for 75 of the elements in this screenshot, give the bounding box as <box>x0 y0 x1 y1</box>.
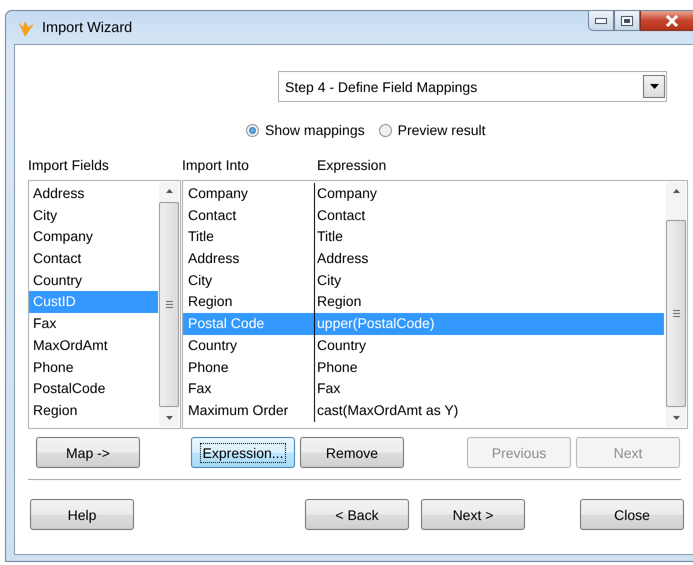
radio-button[interactable] <box>378 124 392 136</box>
up-arrow-icon <box>166 189 172 193</box>
table-cell-text: Address <box>187 249 240 268</box>
list-item[interactable]: Address <box>29 183 158 205</box>
scrollbar[interactable] <box>159 182 179 427</box>
table-cell-text: Phone <box>187 358 230 376</box>
mapping-row[interactable]: City City <box>183 270 664 292</box>
list-item[interactable]: Country <box>29 270 158 292</box>
up-arrow-icon <box>672 189 680 193</box>
table-cell: City <box>314 270 664 292</box>
window-title: Import Wizard <box>42 20 132 36</box>
mapping-row[interactable]: Company Company <box>183 183 664 205</box>
radio-label[interactable]: Preview result <box>398 122 486 138</box>
button[interactable]: Help <box>30 499 134 530</box>
list-item[interactable]: MaxOrdAmt <box>29 334 158 356</box>
table-cell-text: Fax <box>187 379 212 398</box>
list-item[interactable]: City <box>29 204 158 226</box>
radio-button[interactable] <box>246 124 259 136</box>
table-cell-text: Country <box>187 336 238 355</box>
table-cell: Fax <box>314 378 664 400</box>
column-heading: Expression <box>317 157 386 173</box>
button[interactable]: Close <box>580 499 684 530</box>
table-cell: Country <box>314 334 664 356</box>
list-item[interactable]: Region <box>29 400 158 422</box>
dropdown-arrow-icon <box>650 84 658 89</box>
list-item[interactable]: Phone <box>29 356 158 378</box>
mapping-row[interactable]: Contact Contact <box>183 204 664 226</box>
mapping-row[interactable]: Phone Phone <box>183 356 664 378</box>
list-item[interactable]: Fax <box>29 313 158 335</box>
table-cell-text: Region <box>187 292 234 312</box>
down-arrow-icon <box>672 416 680 420</box>
mapping-row[interactable]: Title Title <box>183 226 664 248</box>
column-heading: Import Into <box>182 157 250 173</box>
table-cell: Title <box>314 226 664 248</box>
table-cell: Phone <box>314 356 664 378</box>
close-icon <box>665 14 679 26</box>
table-cell: Contact <box>314 204 664 226</box>
grip-icon <box>672 310 680 317</box>
table-cell: Address <box>314 248 664 270</box>
table-cell: Company <box>314 183 664 205</box>
step-dropdown[interactable]: Step 4 - Define Field Mappings <box>278 71 667 102</box>
table-cell-text: Maximum Order <box>187 400 290 420</box>
minimize-icon <box>595 18 607 24</box>
minimize-button[interactable] <box>588 11 614 31</box>
mapping-row[interactable]: Country Country <box>183 334 664 356</box>
button[interactable]: Next > <box>421 499 525 530</box>
scrollbar[interactable] <box>666 182 686 427</box>
table-cell-text: Title <box>187 227 215 246</box>
table-cell-text: Company <box>187 184 249 203</box>
down-arrow-icon <box>166 416 172 420</box>
button[interactable]: Map -> <box>36 437 140 468</box>
list-item[interactable]: Company <box>29 226 158 248</box>
list-item[interactable]: Contact <box>29 248 158 270</box>
radio-label[interactable]: Show mappings <box>265 122 365 138</box>
column-heading: Import Fields <box>28 157 110 173</box>
table-cell: cast(MaxOrdAmt as Y) <box>314 400 664 422</box>
button[interactable]: Remove <box>300 437 404 468</box>
table-cell-text: Postal Code <box>187 314 266 334</box>
mapping-row[interactable]: Address Address <box>183 248 664 270</box>
table-cell-text: Contact <box>187 206 238 225</box>
maximize-button[interactable] <box>614 11 640 31</box>
mapping-row[interactable]: Maximum Order cast(MaxOrdAmt as Y) <box>183 400 664 422</box>
mappings-list[interactable]: Company Company Contact Contact Title Title Address Address City City Region Region Postal Code upper(PostalCode) Country Country Phone Phone Fax Fax Maximum Order cast(MaxOrdAmt as Y) <box>182 180 688 429</box>
list-item[interactable]: PostalCode <box>29 378 158 400</box>
scroll-thumb[interactable] <box>159 202 179 407</box>
mapping-row[interactable]: Fax Fax <box>183 378 664 400</box>
table-cell-text: City <box>187 270 214 290</box>
maximize-icon <box>621 16 633 26</box>
table-cell: upper(PostalCode) <box>314 313 664 335</box>
button[interactable]: < Back <box>305 499 409 530</box>
grip-icon <box>166 301 172 308</box>
button[interactable]: Expression... <box>191 437 295 468</box>
close-button[interactable] <box>640 11 693 31</box>
scroll-thumb[interactable] <box>666 220 686 407</box>
import-fields-list[interactable]: Address City Company Contact Country CustID Fax MaxOrdAmt Phone PostalCode Region <box>28 180 181 429</box>
